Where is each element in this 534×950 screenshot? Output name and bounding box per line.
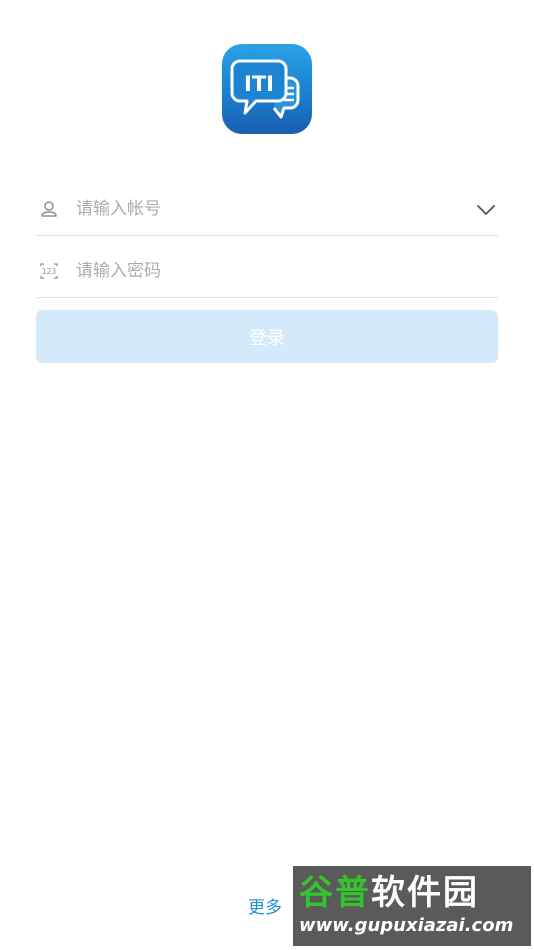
watermark: 谷普软件园 www.gupuxiazai.com — [293, 866, 531, 946]
password-input[interactable] — [76, 250, 456, 292]
more-link[interactable]: 更多 — [248, 893, 282, 918]
account-field — [36, 174, 498, 236]
watermark-title-white: 软件园 — [371, 873, 479, 913]
chat-bubbles-logo-icon: ITI — [230, 59, 300, 119]
numeric-keypad-icon-text: 123 — [42, 267, 57, 276]
login-button[interactable]: 登录 — [36, 310, 498, 363]
watermark-title-green: 谷普 — [299, 873, 371, 913]
account-input[interactable] — [76, 188, 456, 230]
watermark-title: 谷普软件园 — [299, 872, 525, 914]
user-icon — [41, 201, 57, 217]
app-logo: ITI — [222, 44, 312, 134]
password-field: 123 — [36, 236, 498, 298]
logo-mark-text: ITI — [244, 72, 274, 96]
chevron-down-icon[interactable] — [474, 200, 498, 220]
watermark-url: www.gupuxiazai.com — [299, 915, 514, 936]
numeric-keypad-icon: 123 — [40, 263, 58, 279]
